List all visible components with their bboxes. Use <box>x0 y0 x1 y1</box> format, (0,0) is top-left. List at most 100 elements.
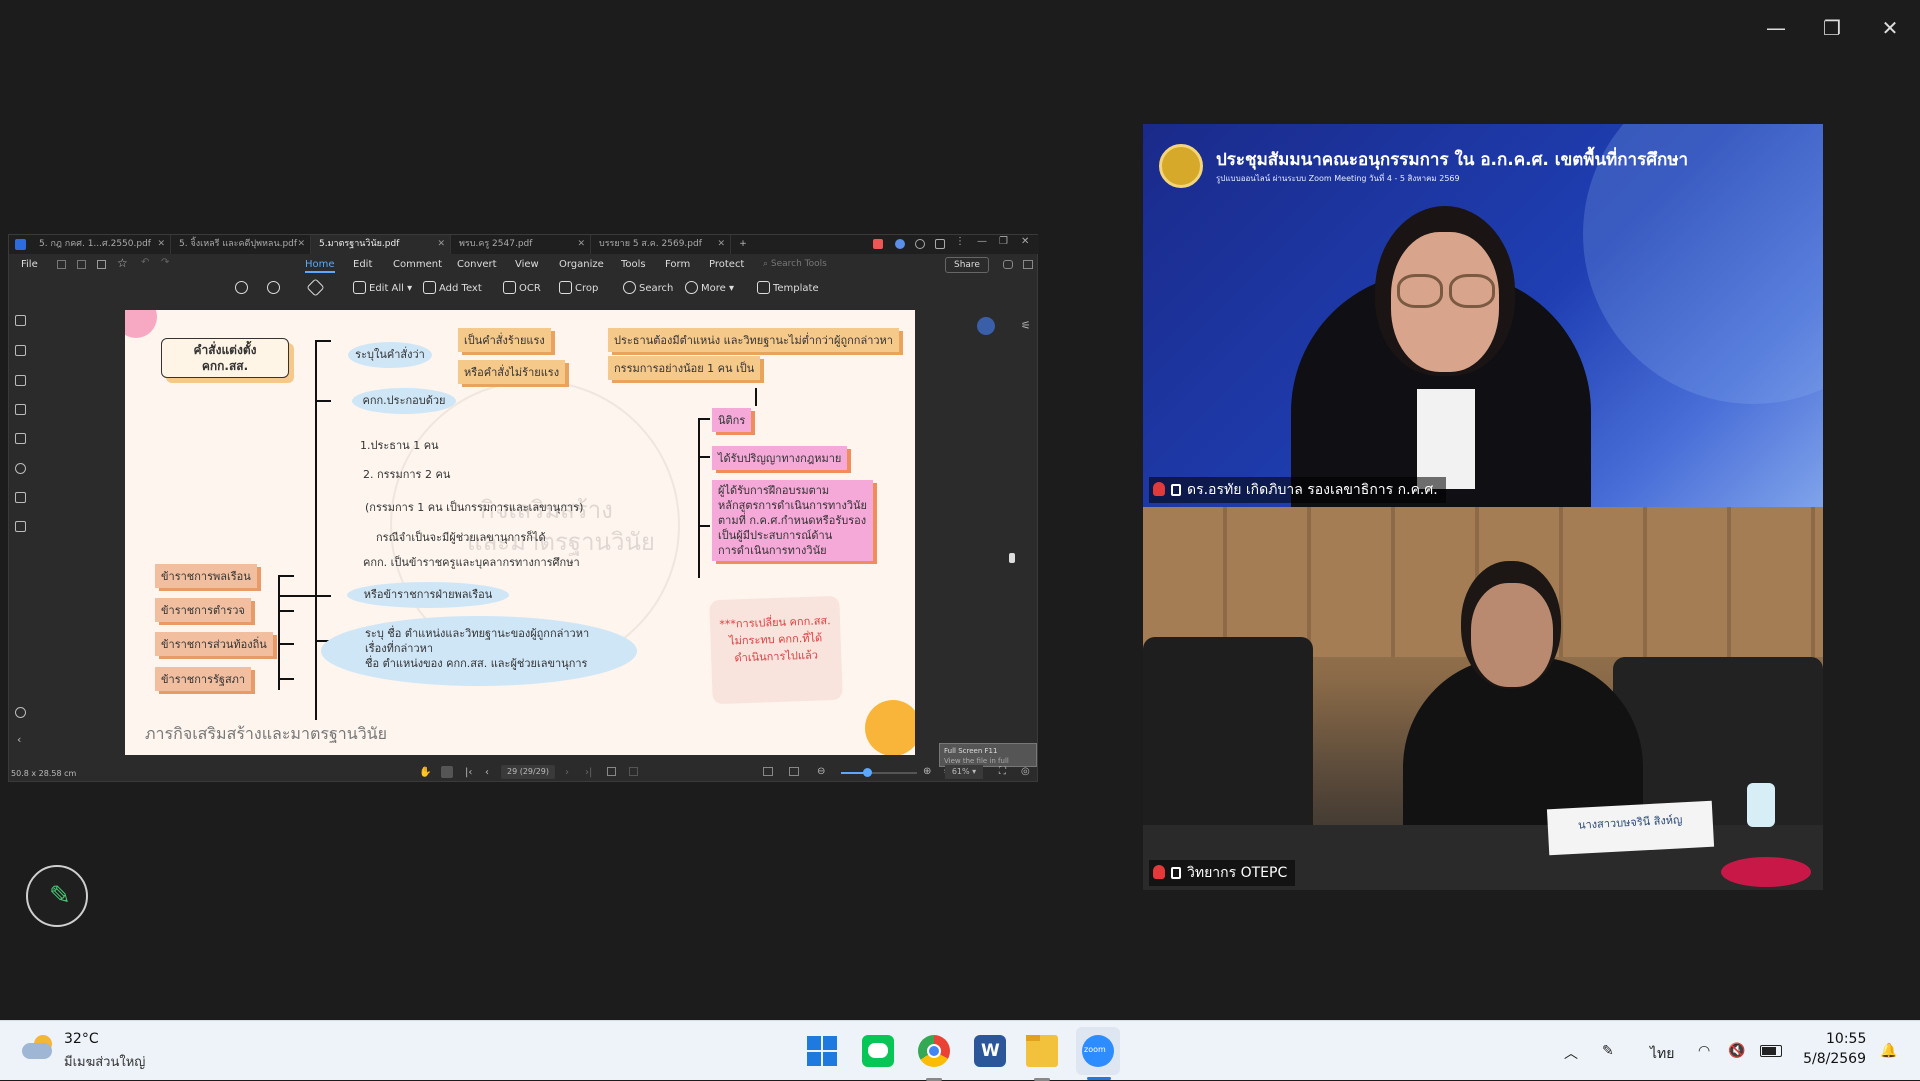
close-tab-icon[interactable]: ✕ <box>157 235 165 254</box>
menu-tools[interactable]: Tools <box>621 259 646 270</box>
account-icon[interactable] <box>895 239 905 249</box>
show-hidden-icons[interactable]: ︿ <box>1564 1043 1578 1063</box>
menu-protect[interactable]: Protect <box>709 259 744 270</box>
read-mode-icon[interactable]: ◎ <box>1021 766 1030 777</box>
app-minimize-icon[interactable]: — <box>977 236 987 247</box>
zoom-in-button[interactable] <box>267 281 283 294</box>
crop-button[interactable]: Crop <box>559 281 598 294</box>
attachment-icon[interactable] <box>15 433 26 444</box>
help-icon[interactable] <box>915 239 925 249</box>
tab-document-active[interactable]: 5.มาตรฐานวินัย.pdf ✕ <box>311 235 451 254</box>
battery-icon[interactable] <box>1760 1045 1782 1057</box>
layers-icon[interactable] <box>15 492 26 503</box>
zoom-in-icon[interactable]: ⊕ <box>923 766 931 777</box>
previous-page-icon[interactable]: ‹ <box>485 767 489 778</box>
search-icon[interactable] <box>15 463 26 474</box>
form-fields-icon[interactable] <box>15 404 26 415</box>
collapse-sidebar-icon[interactable]: ‹ <box>17 733 21 746</box>
new-file-icon[interactable] <box>57 260 66 269</box>
close-tab-icon[interactable]: ✕ <box>297 235 305 254</box>
next-page-icon[interactable]: › <box>565 767 569 778</box>
minimize-button[interactable]: — <box>1756 14 1796 42</box>
page-thumbnail-icon[interactable] <box>15 315 26 326</box>
volume-muted-icon[interactable]: 🔇 <box>1728 1043 1745 1059</box>
panel-toggle-icon[interactable] <box>1023 260 1033 269</box>
message-icon[interactable] <box>935 239 945 249</box>
signature-icon[interactable] <box>15 521 26 532</box>
ai-assistant-icon[interactable] <box>977 317 995 335</box>
clock-time[interactable]: 10:55 <box>1826 1031 1866 1047</box>
tab-document[interactable]: พรบ.ครู 2547.pdf ✕ <box>451 235 591 254</box>
menu-home[interactable]: Home <box>305 259 335 273</box>
annotate-button[interactable]: ✎ <box>26 865 88 927</box>
restore-button[interactable]: ❐ <box>1812 14 1852 42</box>
search-tools-input[interactable]: ⌕ Search Tools <box>763 259 827 269</box>
weather-desc[interactable]: มีเมฆส่วนใหญ่ <box>64 1051 145 1072</box>
menu-file[interactable]: File <box>21 259 38 270</box>
language-indicator[interactable]: ไทย <box>1650 1043 1674 1065</box>
page-rotate-icon[interactable] <box>629 767 638 776</box>
new-tab-button[interactable]: + <box>731 235 755 254</box>
page-view-icon[interactable] <box>607 767 616 776</box>
undo-icon[interactable]: ↶ <box>141 257 149 268</box>
menu-convert[interactable]: Convert <box>457 259 497 270</box>
highlight-button[interactable] <box>306 278 325 297</box>
video-tile-speaker[interactable]: นางสาวบษจรินี สิงห์ญ วิทยากร OTEPC <box>1143 507 1823 890</box>
file-explorer-app[interactable] <box>1026 1035 1058 1067</box>
weather-temp[interactable]: 32°C <box>64 1031 99 1047</box>
edit-all-button[interactable]: Edit All ▾ <box>353 281 412 294</box>
word-app[interactable]: W <box>974 1035 1006 1067</box>
redo-icon[interactable]: ↷ <box>161 257 169 268</box>
tab-document[interactable]: บรรยาย 5 ส.ค. 2569.pdf ✕ <box>591 235 731 254</box>
menu-organize[interactable]: Organize <box>559 259 604 270</box>
select-tool-icon[interactable] <box>441 766 453 778</box>
fullscreen-icon[interactable]: ⛶ <box>999 766 1006 777</box>
zoom-app[interactable]: zoom <box>1082 1035 1114 1067</box>
app-restore-icon[interactable]: ❐ <box>999 236 1008 247</box>
close-tab-icon[interactable]: ✕ <box>577 235 585 254</box>
notification-icon[interactable] <box>873 239 883 249</box>
cloud-icon[interactable] <box>1003 260 1013 269</box>
app-close-icon[interactable]: ✕ <box>1021 236 1029 247</box>
weather-widget[interactable] <box>22 1033 56 1063</box>
wifi-icon[interactable]: ◠ <box>1698 1043 1710 1059</box>
add-text-button[interactable]: Add Text <box>423 281 482 294</box>
first-page-icon[interactable]: |‹ <box>465 767 472 778</box>
close-tab-icon[interactable]: ✕ <box>437 235 445 254</box>
print-icon[interactable] <box>97 260 106 269</box>
chrome-app[interactable] <box>918 1035 950 1067</box>
menu-edit[interactable]: Edit <box>353 259 372 270</box>
close-button[interactable]: ✕ <box>1870 14 1910 42</box>
zoom-slider[interactable] <box>841 768 917 777</box>
page-number-input[interactable]: 29 (29/29) <box>501 765 555 779</box>
fit-page-icon[interactable] <box>763 767 773 776</box>
comment-icon[interactable] <box>15 375 26 386</box>
menu-view[interactable]: View <box>515 259 539 270</box>
tab-document[interactable]: 5. จิ้งเหลรี และคดีปุพหลน.pdf ✕ <box>171 235 311 254</box>
zoom-level-select[interactable]: 61% ▾ <box>945 765 983 779</box>
line-app[interactable] <box>862 1035 894 1067</box>
share-button[interactable]: Share <box>945 257 989 273</box>
more-button[interactable]: More ▾ <box>685 281 734 294</box>
start-button[interactable] <box>806 1035 838 1067</box>
bookmark-icon[interactable] <box>15 345 26 356</box>
menu-form[interactable]: Form <box>665 259 690 270</box>
tab-document[interactable]: 5. กฎ กคศ. 1...ศ.2550.pdf ✕ <box>31 235 171 254</box>
ocr-button[interactable]: OCR <box>503 281 541 294</box>
hand-tool-icon[interactable]: ✋ <box>419 767 431 778</box>
pen-input-icon[interactable]: ✎ <box>1602 1043 1614 1059</box>
help-icon[interactable] <box>15 707 26 718</box>
notifications-icon[interactable]: 🔔 <box>1880 1043 1897 1059</box>
search-button[interactable]: Search <box>623 281 673 294</box>
layout-icon[interactable] <box>789 767 799 776</box>
star-icon[interactable]: ☆ <box>117 256 128 270</box>
template-button[interactable]: Template <box>757 281 819 294</box>
menu-comment[interactable]: Comment <box>393 259 442 270</box>
zoom-out-icon[interactable]: ⊖ <box>817 766 825 777</box>
clock-date[interactable]: 5/8/2569 <box>1800 1051 1866 1067</box>
zoom-slider-handle[interactable] <box>863 768 872 777</box>
zoom-out-button[interactable] <box>235 281 251 294</box>
video-tile-host[interactable]: ประชุมสัมมนาคณะอนุกรรมการ ใน อ.ก.ค.ศ. เข… <box>1143 124 1823 507</box>
save-icon[interactable] <box>77 260 86 269</box>
last-page-icon[interactable]: ›| <box>585 767 592 778</box>
